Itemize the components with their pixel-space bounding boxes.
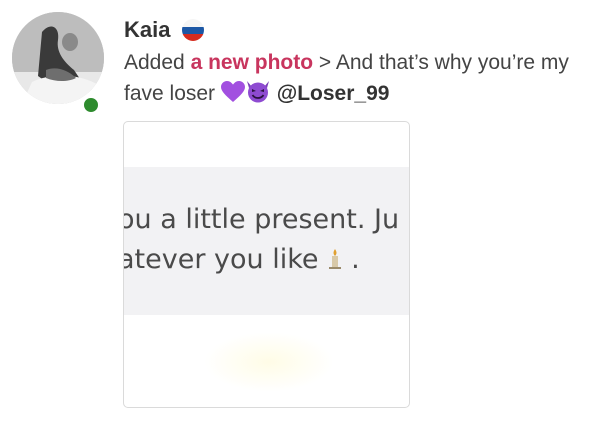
photo-text-line-2: atever you like . <box>123 244 360 277</box>
user-mention[interactable]: @Loser_99 <box>277 82 390 105</box>
new-photo-link[interactable]: a new photo <box>191 51 314 74</box>
photo-screenshot-area <box>124 167 409 315</box>
photo-text-line-2-suffix: . <box>342 244 360 275</box>
photo-blurred-area <box>204 332 334 392</box>
smiling-devil-icon <box>245 79 271 112</box>
post-text-prefix: Added <box>124 51 191 74</box>
photo-text-line-1: ou a little present. Ju <box>123 204 400 235</box>
candle-icon <box>327 246 343 277</box>
username[interactable]: Kaia <box>124 17 170 43</box>
avatar-image <box>12 12 104 104</box>
photo-attachment[interactable]: ou a little present. Ju atever you like … <box>123 121 410 408</box>
russia-flag-icon <box>182 19 205 41</box>
photo-text-line-2-content: atever you like <box>123 244 319 275</box>
avatar[interactable] <box>12 12 104 104</box>
avatar-container[interactable] <box>12 12 104 115</box>
purple-heart-icon <box>220 81 245 112</box>
post-text: Added a new photo > And that’s why you’r… <box>124 47 586 112</box>
online-status-dot <box>81 95 101 115</box>
post-header: Kaia <box>124 14 205 46</box>
